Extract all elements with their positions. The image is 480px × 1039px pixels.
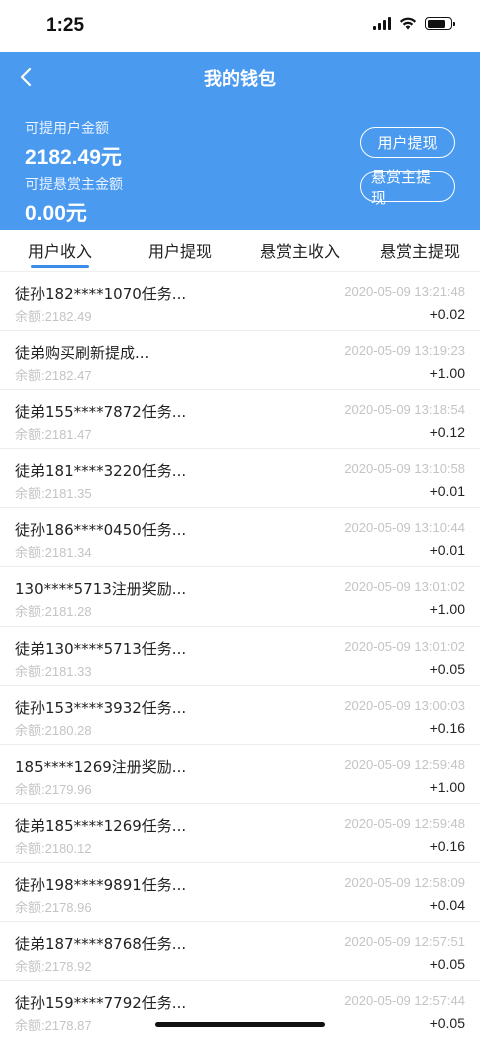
- wallet-header: 我的钱包 可提用户金额 2182.49元 可提悬赏主金额 0.00元 用户提现 …: [0, 52, 480, 230]
- transaction-row[interactable]: 徒弟181****3220任务... 2020-05-09 13:10:58 余…: [0, 449, 480, 509]
- transaction-balance: 余额:2180.28: [15, 722, 92, 738]
- transaction-time: 2020-05-09 13:01:02: [344, 579, 465, 595]
- transaction-amount: +1.00: [429, 601, 465, 618]
- battery-icon: [425, 17, 455, 30]
- transaction-balance: 余额:2181.33: [15, 663, 92, 679]
- bounty-balance-value: 0.00元: [25, 202, 87, 225]
- tab-bounty-income[interactable]: 悬赏主收入: [240, 230, 360, 271]
- transaction-row[interactable]: 徒弟185****1269任务... 2020-05-09 12:59:48 余…: [0, 804, 480, 863]
- transaction-time: 2020-05-09 13:19:23: [344, 343, 465, 359]
- user-withdraw-button[interactable]: 用户提现: [360, 127, 455, 158]
- transaction-balance: 余额:2178.96: [15, 899, 92, 915]
- transaction-title: 185****1269注册奖励...: [15, 757, 187, 776]
- cellular-signal-icon: [373, 17, 391, 30]
- page-title: 我的钱包: [204, 69, 276, 90]
- transaction-list: 徒孙182****1070任务... 2020-05-09 13:21:48 余…: [0, 272, 480, 1039]
- transaction-balance: 余额:2181.35: [15, 486, 92, 502]
- transaction-amount: +0.05: [429, 660, 465, 677]
- transaction-row[interactable]: 徒孙153****3932任务... 2020-05-09 13:00:03 余…: [0, 686, 480, 745]
- transaction-balance: 余额:2180.12: [15, 840, 92, 856]
- transaction-title: 徒弟187****8768任务...: [15, 935, 187, 954]
- transaction-balance: 余额:2181.34: [15, 545, 92, 561]
- transaction-row[interactable]: 徒弟187****8768任务... 2020-05-09 12:57:51 余…: [0, 922, 480, 982]
- transaction-row[interactable]: 徒孙186****0450任务... 2020-05-09 13:10:44 余…: [0, 508, 480, 568]
- transaction-time: 2020-05-09 13:10:44: [344, 520, 465, 536]
- transaction-time: 2020-05-09 13:21:48: [344, 284, 465, 299]
- transaction-balance: 余额:2182.49: [15, 309, 92, 324]
- tab-bar: 用户收入 用户提现 悬赏主收入 悬赏主提现: [0, 230, 480, 272]
- transaction-title: 徒孙159****7792任务...: [15, 994, 187, 1013]
- transaction-row[interactable]: 130****5713注册奖励... 2020-05-09 13:01:02 余…: [0, 567, 480, 627]
- home-indicator[interactable]: [155, 1022, 325, 1027]
- transaction-title: 130****5713注册奖励...: [15, 580, 187, 599]
- transaction-time: 2020-05-09 12:59:48: [344, 756, 465, 772]
- user-balance-value: 2182.49元: [25, 146, 122, 169]
- transaction-balance: 余额:2181.47: [15, 427, 92, 443]
- status-icons: [373, 17, 455, 30]
- tab-user-withdraw[interactable]: 用户提现: [120, 230, 240, 271]
- transaction-balance: 余额:2182.47: [15, 368, 92, 384]
- transaction-time: 2020-05-09 12:58:09: [344, 874, 465, 890]
- transaction-row[interactable]: 徒孙159****7792任务... 2020-05-09 12:57:44 余…: [0, 981, 480, 1039]
- transaction-title: 徒孙198****9891任务...: [15, 875, 187, 894]
- transaction-title: 徒弟155****7872任务...: [15, 403, 187, 422]
- transaction-amount: +0.16: [429, 719, 465, 736]
- transaction-amount: +1.00: [429, 778, 465, 795]
- bounty-balance-label: 可提悬赏主金额: [25, 177, 123, 193]
- transaction-time: 2020-05-09 13:01:02: [344, 638, 465, 654]
- transaction-time: 2020-05-09 13:00:03: [344, 697, 465, 713]
- transaction-amount: +0.16: [429, 837, 465, 854]
- transaction-time: 2020-05-09 13:18:54: [344, 402, 465, 418]
- status-time: 1:25: [46, 15, 85, 36]
- transaction-row[interactable]: 徒孙198****9891任务... 2020-05-09 12:58:09 余…: [0, 863, 480, 923]
- transaction-balance: 余额:2178.92: [15, 959, 92, 975]
- transaction-row[interactable]: 徒弟155****7872任务... 2020-05-09 13:18:54 余…: [0, 390, 480, 450]
- wifi-icon: [399, 17, 417, 30]
- transaction-balance: 余额:2181.28: [15, 604, 92, 620]
- user-balance-label: 可提用户金额: [25, 121, 109, 137]
- transaction-amount: +0.02: [429, 306, 465, 322]
- nav-bar: 我的钱包: [0, 52, 480, 102]
- transaction-amount: +0.04: [429, 896, 465, 913]
- transaction-title: 徒孙186****0450任务...: [15, 521, 187, 540]
- transaction-time: 2020-05-09 12:57:44: [344, 993, 465, 1009]
- transaction-row[interactable]: 185****1269注册奖励... 2020-05-09 12:59:48 余…: [0, 745, 480, 804]
- tab-user-income[interactable]: 用户收入: [0, 230, 120, 271]
- transaction-row[interactable]: 徒孙182****1070任务... 2020-05-09 13:21:48 余…: [0, 272, 480, 332]
- transaction-amount: +1.00: [429, 365, 465, 382]
- transaction-title: 徒孙153****3932任务...: [15, 698, 187, 717]
- transaction-title: 徒弟181****3220任务...: [15, 462, 187, 481]
- transaction-balance: 余额:2178.87: [15, 1018, 92, 1034]
- transaction-title: 徒弟185****1269任务...: [15, 816, 187, 835]
- transaction-amount: +0.05: [429, 956, 465, 973]
- transaction-time: 2020-05-09 12:59:48: [344, 815, 465, 831]
- transaction-amount: +0.01: [429, 483, 465, 500]
- transaction-amount: +0.05: [429, 1015, 465, 1032]
- transaction-title: 徒弟130****5713任务...: [15, 639, 187, 658]
- transaction-row[interactable]: 徒弟130****5713任务... 2020-05-09 13:01:02 余…: [0, 627, 480, 686]
- status-bar: 1:25: [0, 0, 480, 52]
- transaction-time: 2020-05-09 12:57:51: [344, 934, 465, 950]
- transaction-amount: +0.01: [429, 542, 465, 559]
- transaction-balance: 余额:2179.96: [15, 781, 92, 797]
- transaction-time: 2020-05-09 13:10:58: [344, 461, 465, 477]
- transaction-row[interactable]: 徒弟购买刷新提成... 2020-05-09 13:19:23 余额:2182.…: [0, 331, 480, 391]
- tab-bounty-withdraw[interactable]: 悬赏主提现: [360, 230, 480, 271]
- bounty-withdraw-button[interactable]: 悬赏主提现: [360, 168, 455, 207]
- transaction-amount: +0.12: [429, 424, 465, 441]
- transaction-title: 徒弟购买刷新提成...: [15, 344, 150, 363]
- transaction-title: 徒孙182****1070任务...: [15, 285, 187, 303]
